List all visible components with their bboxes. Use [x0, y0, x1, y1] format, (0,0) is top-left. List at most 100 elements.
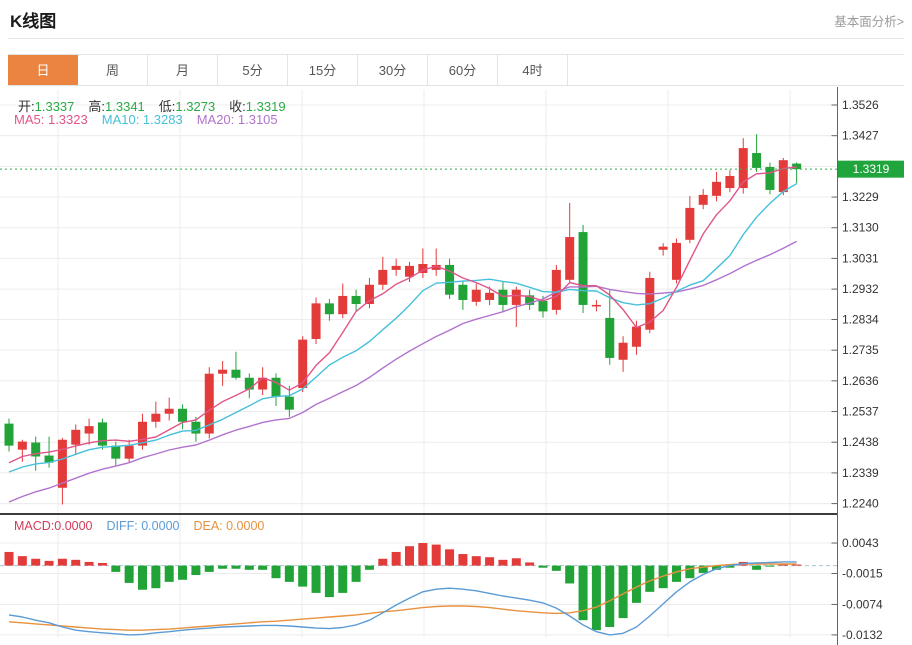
candle-up — [218, 370, 227, 374]
axis-tick-label: 1.2636 — [842, 374, 879, 388]
macd-bar-up — [472, 556, 481, 565]
macd-bar-down — [325, 566, 334, 597]
tab-day[interactable]: 日 — [8, 55, 78, 85]
macd-bar-up — [98, 563, 107, 566]
macd-bar-down — [592, 566, 601, 631]
axis-tick-label: 1.2537 — [842, 405, 879, 419]
macd-bar-up — [418, 543, 427, 566]
candle-up — [552, 270, 561, 310]
macd-bar-up — [458, 554, 467, 566]
candle-up — [165, 409, 174, 414]
ma5-line — [9, 167, 797, 463]
macd-bar-down — [111, 566, 120, 572]
page-title: K线图 — [10, 7, 56, 32]
axis-tick-label: 1.2339 — [842, 466, 879, 480]
macd-bar-up — [525, 562, 534, 565]
macd-bar-down — [605, 566, 614, 627]
candle-up — [565, 237, 574, 280]
macd-bar-down — [552, 566, 561, 571]
macd-bar-up — [512, 558, 521, 565]
candle-up — [71, 430, 80, 445]
axis-tick-label: 1.3526 — [842, 98, 879, 112]
candle-up — [392, 266, 401, 270]
ma10-line — [9, 184, 797, 472]
candle-up — [405, 266, 414, 277]
candle-up — [685, 208, 694, 240]
macd-bar-up — [58, 559, 67, 566]
candle-up — [699, 195, 708, 205]
tab-30min[interactable]: 30分 — [358, 55, 428, 85]
macd-bar-down — [539, 566, 548, 568]
axis-tick-label: -0.0015 — [842, 566, 883, 580]
macd-bar-down — [205, 566, 214, 572]
candle-down — [325, 303, 334, 314]
candle-down — [752, 153, 761, 168]
macd-bar-down — [338, 566, 347, 593]
axis-tick-label: 1.2240 — [842, 497, 879, 511]
tab-4hour[interactable]: 4时 — [498, 55, 568, 85]
macd-bar-up — [45, 561, 54, 566]
candle-down — [539, 301, 548, 312]
macd-bar-up — [432, 545, 441, 566]
candle-up — [18, 442, 27, 450]
axis-tick-label: 1.3130 — [842, 221, 879, 235]
macd-bar-up — [485, 557, 494, 565]
current-price-label: 1.3319 — [853, 162, 890, 176]
macd-bar-down — [272, 566, 281, 579]
macd-bar-up — [498, 560, 507, 566]
candle-down — [191, 422, 200, 434]
axis-tick-label: 1.3229 — [842, 190, 879, 204]
macd-bar-down — [138, 566, 147, 590]
macd-bar-up — [405, 546, 414, 565]
axis-tick-label: 1.3031 — [842, 251, 879, 265]
macd-bar-down — [231, 566, 240, 569]
candle-up — [151, 414, 160, 422]
macd-bar-down — [579, 566, 588, 621]
candle-up — [712, 182, 721, 196]
candle-up — [338, 296, 347, 314]
axis-tick-label: -0.0132 — [842, 628, 883, 642]
macd-bar-down — [151, 566, 160, 589]
candle-up — [659, 247, 668, 250]
macd-bar-down — [218, 566, 227, 569]
candle-down — [98, 422, 107, 445]
candle-up — [378, 270, 387, 285]
macd-bar-up — [85, 562, 94, 566]
macd-bar-down — [645, 566, 654, 592]
macd-bar-down — [352, 566, 361, 582]
macd-bar-up — [392, 552, 401, 566]
tab-week[interactable]: 周 — [78, 55, 148, 85]
macd-bar-down — [245, 566, 254, 570]
axis-tick-label: 1.2932 — [842, 282, 879, 296]
macd-bar-down — [165, 566, 174, 582]
macd-bar-up — [445, 549, 454, 565]
tab-60min[interactable]: 60分 — [428, 55, 498, 85]
macd-bar-down — [632, 566, 641, 603]
macd-bar-up — [792, 565, 801, 566]
fundamental-analysis-link[interactable]: 基本面分析> — [834, 11, 904, 30]
candle-down — [285, 397, 294, 410]
header-divider — [8, 38, 904, 39]
candle-up — [125, 446, 134, 459]
macd-bar-down — [685, 566, 694, 579]
candle-up — [58, 440, 67, 488]
candle-up — [592, 305, 601, 307]
candle-up — [672, 243, 681, 280]
tab-5min[interactable]: 5分 — [218, 55, 288, 85]
candle-up — [632, 327, 641, 347]
candle-up — [485, 293, 494, 300]
tab-15min[interactable]: 15分 — [288, 55, 358, 85]
candle-down — [792, 164, 801, 170]
macd-bar-up — [378, 559, 387, 566]
macd-bar-down — [312, 566, 321, 593]
kline-chart-canvas[interactable]: 1.35261.34271.32291.31301.30311.29321.28… — [0, 87, 912, 645]
axis-tick-label: 1.2735 — [842, 343, 879, 357]
macd-bar-down — [285, 566, 294, 582]
macd-bar-down — [672, 566, 681, 582]
macd-bar-down — [298, 566, 307, 587]
candle-up — [312, 303, 321, 339]
macd-bar-down — [178, 566, 187, 580]
tab-month[interactable]: 月 — [148, 55, 218, 85]
axis-tick-label: -0.0074 — [842, 597, 883, 611]
candle-up — [298, 340, 307, 388]
